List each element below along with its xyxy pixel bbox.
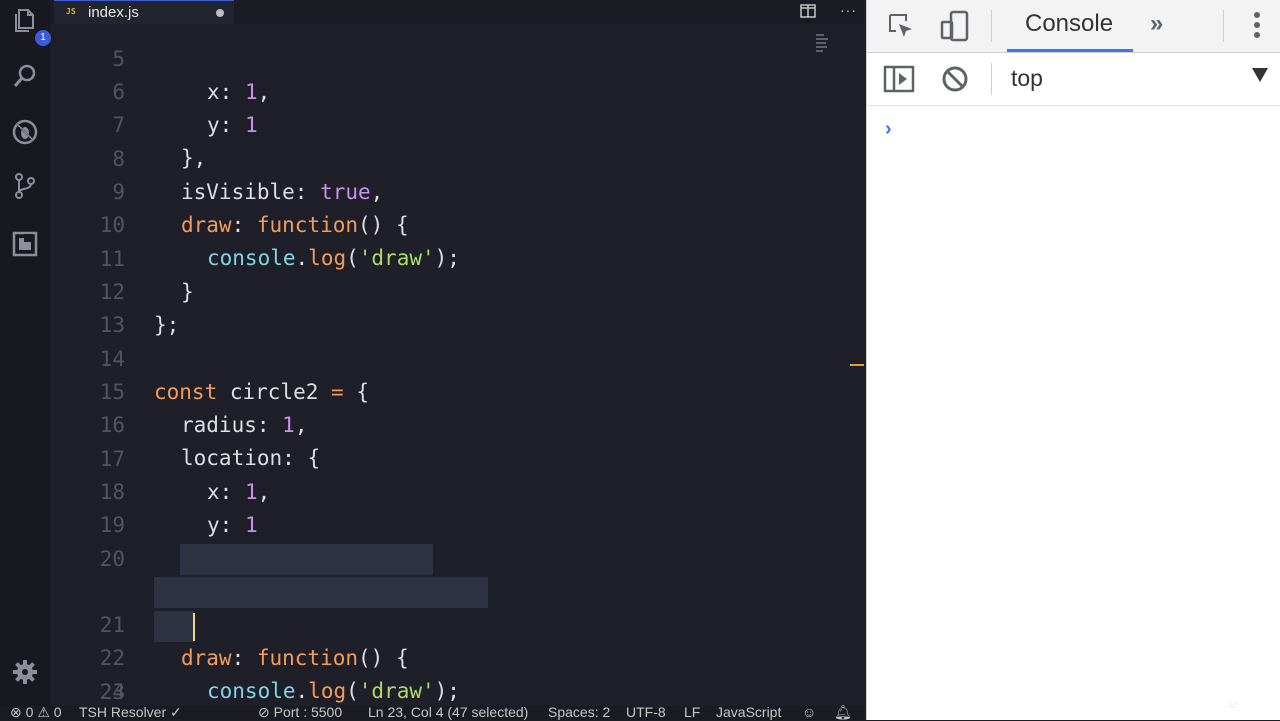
resolver-status[interactable]: TSH Resolver ✓ (79, 704, 182, 721)
context-selector[interactable]: top (1011, 65, 1043, 92)
code-line: 15 radius: 1, (99, 380, 308, 437)
code-line: 5 x: 1, (112, 47, 271, 104)
extensions-icon[interactable] (11, 230, 39, 258)
js-file-icon: JS (66, 7, 76, 16)
split-editor-icon[interactable] (800, 4, 816, 18)
code-line: 6 y: 1 (112, 80, 258, 137)
encoding[interactable]: UTF-8 (626, 704, 666, 720)
code-line-selected: 22 console.log('draw'); (50, 576, 864, 703)
status-bar: ⊗ 0 ⚠ 0 TSH Resolver ✓ ⊘ Port : 5500 Ln … (0, 704, 864, 721)
port-icon: ⊘ (258, 704, 270, 720)
source-control-icon[interactable] (11, 172, 39, 200)
more-actions-icon[interactable]: ··· (840, 2, 857, 18)
selection-highlight (154, 611, 194, 642)
code-editor[interactable]: 5 x: 1, 6 y: 1 7 }, 8 isVisible: true, 9… (50, 24, 864, 706)
explorer-badge: 1 (35, 30, 51, 46)
live-server-port[interactable]: ⊘ Port : 5500 (258, 704, 342, 721)
clear-console-icon[interactable] (941, 65, 969, 98)
code-line: 11 } (99, 247, 194, 304)
code-line: 17 x: 1, (99, 447, 271, 504)
problems-indicator[interactable]: ⊗ 0 ⚠ 0 (10, 704, 62, 721)
indentation[interactable]: Spaces: 2 (548, 704, 610, 720)
code-line: 16 location: { (99, 413, 321, 470)
code-line: 18 y: 1 (99, 480, 258, 537)
warning-icon: ⚠ (37, 704, 50, 720)
devtools-menu-icon[interactable] (1253, 10, 1261, 45)
watermark-logo: U (1229, 700, 1237, 711)
warning-count: 0 (53, 704, 62, 720)
code-line-selected: 21 draw: function() { (50, 543, 864, 670)
code-line: 7 }, (112, 113, 207, 170)
inspect-element-icon[interactable] (887, 12, 915, 45)
code-line: 25 (50, 676, 864, 706)
debug-icon[interactable] (11, 118, 39, 146)
tab-console[interactable]: Console (1025, 10, 1113, 38)
error-count: 0 (25, 704, 34, 720)
tab-filename: index.js (88, 4, 139, 21)
code-line: 10 console.log('draw'); (99, 213, 460, 270)
show-sidebar-icon[interactable] (883, 65, 915, 98)
vscode-window: 1 JS index.js ··· 5 x: 1, 6 y: 1 7}, 8 … (0, 0, 864, 720)
editor-tab-bar: JS index.js ··· (50, 0, 864, 24)
context-dropdown-icon[interactable] (1252, 68, 1268, 82)
selection-highlight (180, 544, 433, 575)
more-tabs-chevron-icon[interactable]: » (1150, 10, 1163, 38)
search-icon[interactable] (11, 62, 39, 90)
console-filter-bar: top (867, 53, 1280, 106)
console-prompt-icon[interactable]: › (885, 118, 892, 141)
tab-index-js[interactable]: JS index.js (54, 0, 234, 24)
line-ending[interactable]: LF (684, 704, 700, 720)
devtools-panel: Console » top › U (866, 0, 1280, 720)
code-line: 8 isVisible: true, (112, 147, 384, 204)
code-line-selected: 23 } (50, 610, 864, 704)
text-cursor (193, 613, 195, 641)
code-line: 20 isVisible: true, (99, 547, 384, 604)
notifications-bell-icon[interactable]: 🔔︎ (834, 704, 852, 721)
code-line: 13 (99, 313, 125, 337)
activity-bar: 1 (0, 0, 51, 706)
code-line: 9 draw: function() { (112, 180, 409, 237)
unsaved-dot-icon[interactable] (216, 9, 224, 17)
scrollbar-marker[interactable] (850, 364, 864, 366)
cursor-position[interactable]: Ln 23, Col 4 (47 selected) (368, 704, 528, 720)
feedback-smiley-icon[interactable]: ☺ (802, 704, 816, 720)
devtools-toolbar: Console » (867, 0, 1280, 53)
minimap[interactable] (816, 32, 830, 64)
code-line: 24 }; (99, 680, 125, 704)
code-line: 19 }, (99, 513, 207, 570)
error-icon: ⊗ (10, 704, 22, 720)
settings-gear-icon[interactable] (11, 658, 39, 686)
language-mode[interactable]: JavaScript (716, 704, 781, 720)
active-tab-indicator (1007, 49, 1133, 52)
selection-highlight (154, 577, 488, 608)
code-line: 12 }; (99, 280, 180, 337)
code-line: 14 const circle2 = { (99, 347, 369, 404)
device-toolbar-icon[interactable] (939, 10, 971, 47)
files-icon[interactable]: 1 (11, 6, 51, 46)
